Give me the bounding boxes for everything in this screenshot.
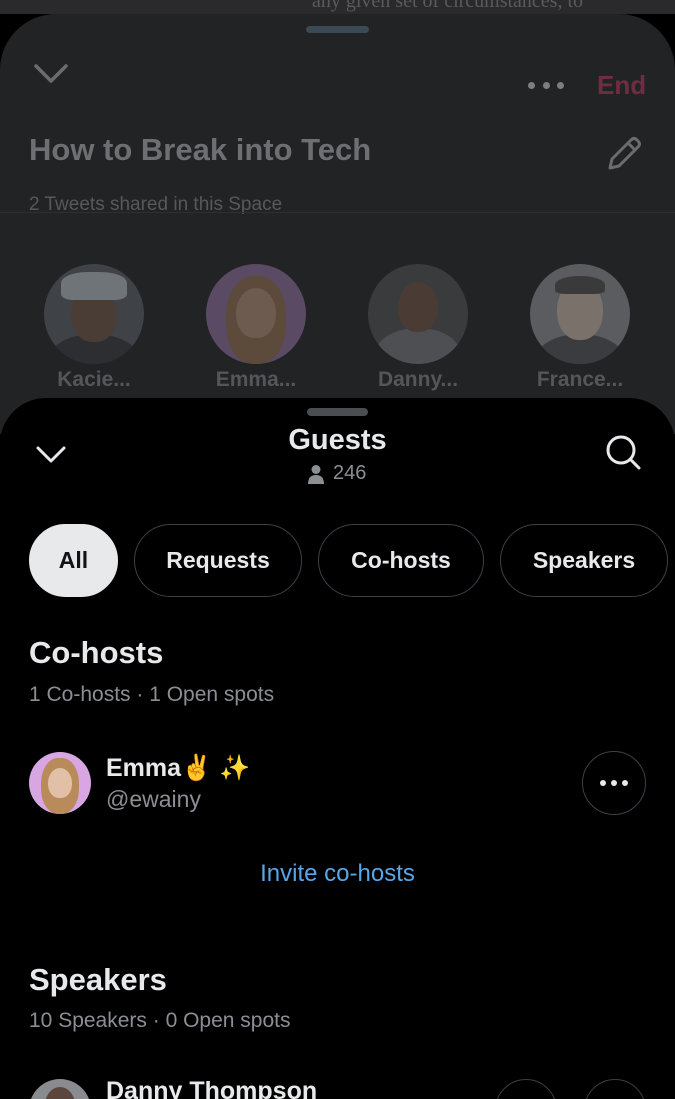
search-icon[interactable] (603, 432, 643, 472)
avatar (29, 1079, 91, 1099)
co-hosts-heading: Co-hosts (29, 635, 164, 670)
tab-co-hosts[interactable]: Co-hosts (318, 524, 484, 597)
participant-name: Emma... (215, 368, 297, 391)
guests-count-value: 246 (333, 462, 367, 484)
participant-name: Kacie... (57, 368, 131, 391)
participant-danny[interactable]: Danny... (363, 264, 473, 392)
avatar (530, 264, 630, 364)
speakers-heading: Speakers (29, 962, 167, 997)
guests-title: Guests (288, 424, 387, 456)
participant-name: France... (536, 368, 624, 391)
end-space-button[interactable]: End (597, 70, 646, 101)
guests-drag-handle[interactable] (307, 408, 368, 416)
tab-speakers[interactable]: Speakers (500, 524, 668, 597)
tab-all[interactable]: All (29, 524, 118, 597)
avatar (206, 264, 306, 364)
guests-sheet: Guests 246 All Requests Co-hosts Speaker… (0, 398, 675, 1099)
participant-kacie[interactable]: Kacie... (39, 264, 149, 392)
more-options-button[interactable] (582, 751, 646, 815)
speaker-row[interactable]: Danny Thompson (29, 1077, 646, 1099)
guests-count: 246 (307, 462, 366, 485)
background-article-text: any given set of circumstances, to (312, 0, 584, 12)
more-options-icon[interactable] (528, 80, 564, 90)
speakers-summary: 10 Speakers · 0 Open spots (29, 1009, 291, 1032)
user-name: Danny Thompson (106, 1077, 318, 1099)
invite-co-hosts-link[interactable]: Invite co-hosts (0, 860, 675, 888)
avatar (29, 752, 91, 814)
user-handle: @ewainy (106, 786, 201, 812)
space-drag-handle[interactable] (306, 26, 369, 33)
divider (0, 212, 675, 213)
avatar (368, 264, 468, 364)
background-article-strip: any given set of circumstances, to (0, 0, 675, 14)
person-icon (308, 464, 324, 484)
participant-name: Danny... (377, 368, 459, 391)
user-name: Emma✌️ ✨ (106, 754, 251, 782)
avatar (44, 264, 144, 364)
space-sheet: End How to Break into Tech 2 Tweets shar… (0, 14, 675, 434)
mute-button[interactable] (495, 1079, 557, 1099)
chevron-down-icon[interactable] (32, 58, 70, 88)
more-options-button[interactable] (584, 1079, 646, 1099)
space-title: How to Break into Tech (29, 132, 372, 167)
filter-tabs: All Requests Co-hosts Speakers (29, 524, 668, 598)
co-hosts-summary: 1 Co-hosts · 1 Open spots (29, 683, 275, 706)
pencil-icon[interactable] (602, 132, 646, 176)
participant-emma[interactable]: Emma... (201, 264, 311, 392)
participant-france[interactable]: France... (525, 264, 635, 392)
tab-requests[interactable]: Requests (134, 524, 302, 597)
co-host-row[interactable]: Emma✌️ ✨ @ewainy (29, 751, 646, 816)
